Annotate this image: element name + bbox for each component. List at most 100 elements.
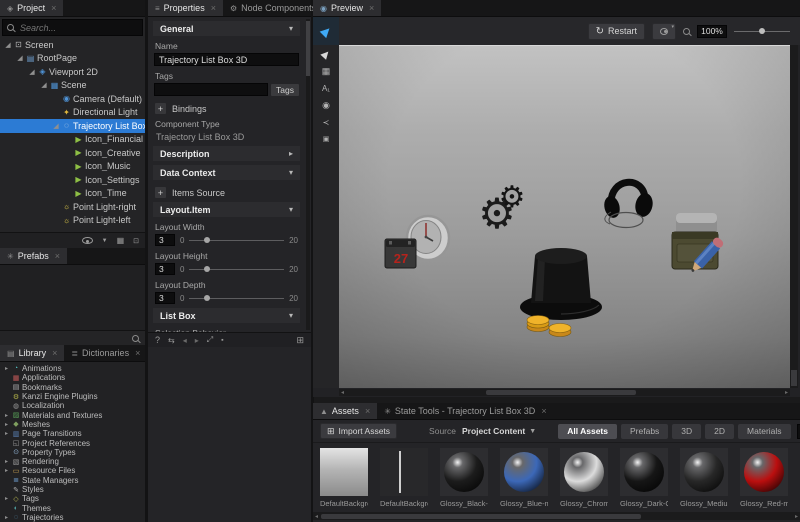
- section-list-box[interactable]: List Box ▾: [153, 308, 300, 323]
- properties-scrollbar[interactable]: [306, 19, 310, 330]
- tree-item[interactable]: ▶ Icon_Settings: [0, 173, 145, 187]
- lock-icon[interactable]: ▪: [221, 337, 223, 344]
- camera-tool-icon[interactable]: ▣: [323, 134, 330, 144]
- tree-item[interactable]: ▦ Scene: [0, 79, 145, 93]
- expander-icon[interactable]: [3, 514, 10, 521]
- value-input[interactable]: 3: [155, 292, 175, 304]
- close-icon[interactable]: ×: [541, 406, 546, 416]
- asset-item[interactable]: Glossy_Red-mate...: [740, 448, 788, 508]
- text-tool-icon[interactable]: A₁: [322, 83, 330, 93]
- source-select[interactable]: Project Content ▼: [462, 426, 536, 436]
- library-item[interactable]: ≣ State Managers: [0, 476, 145, 485]
- close-icon[interactable]: ×: [135, 348, 140, 358]
- asset-item[interactable]: Glossy_Dark-Gre...: [620, 448, 668, 508]
- expander-icon[interactable]: [4, 41, 12, 49]
- tree-item[interactable]: ▶ Icon_Creative: [0, 146, 145, 160]
- library-item[interactable]: ◱ Project References: [0, 438, 145, 448]
- library-item[interactable]: ⚙ Kanzi Engine Plugins: [0, 392, 145, 401]
- close-icon[interactable]: ×: [365, 406, 370, 416]
- slider[interactable]: [189, 295, 285, 301]
- library-item[interactable]: ▧ Rendering: [0, 457, 145, 466]
- expander-icon[interactable]: [16, 54, 24, 62]
- preview-viewport[interactable]: 27 ⚙ ⚙: [339, 45, 790, 388]
- expander-icon[interactable]: [3, 458, 10, 465]
- add-items-source-icon[interactable]: +: [155, 187, 166, 198]
- pin-icon[interactable]: ⇆: [168, 336, 175, 345]
- tab-assets[interactable]: ▲ Assets ×: [313, 403, 378, 419]
- add-binding-icon[interactable]: +: [155, 103, 166, 114]
- tree-item[interactable]: ▤ RootPage: [0, 52, 145, 66]
- expander-icon[interactable]: [3, 412, 10, 419]
- slider-handle[interactable]: [203, 237, 210, 243]
- tree-item[interactable]: ▶ Icon_Time: [0, 187, 145, 201]
- asset-item[interactable]: Glossy_Black-ma...: [440, 448, 488, 508]
- asset-item[interactable]: Glossy_Blue-mat...: [500, 448, 548, 508]
- close-icon[interactable]: ×: [51, 3, 56, 13]
- tags-field[interactable]: [154, 83, 269, 96]
- expander-icon[interactable]: [28, 68, 36, 76]
- slider-handle[interactable]: [203, 295, 210, 301]
- add-property-icon[interactable]: ⊞: [296, 335, 304, 346]
- section-general[interactable]: General ▾: [153, 21, 300, 36]
- scroll-right-icon[interactable]: ▸: [783, 389, 790, 396]
- share-tool-icon[interactable]: ≺: [323, 117, 330, 127]
- slider-handle[interactable]: [203, 266, 210, 272]
- section-description[interactable]: Description ▸: [153, 146, 300, 161]
- library-item[interactable]: ◔ Animations: [0, 364, 145, 373]
- value-input[interactable]: 3: [155, 263, 175, 275]
- library-item[interactable]: ◆ Meshes: [0, 420, 145, 429]
- expander-icon[interactable]: [3, 495, 10, 502]
- scroll-left-icon[interactable]: ◂: [339, 389, 346, 396]
- assets-scrollbar[interactable]: ◂ ▸: [313, 512, 800, 520]
- scroll-right-icon[interactable]: ▸: [793, 513, 800, 520]
- search-icon[interactable]: [132, 334, 139, 342]
- tree-item[interactable]: ▶ Icon_Financial: [0, 133, 145, 147]
- grid-view-icon[interactable]: ▦: [117, 236, 125, 245]
- library-item[interactable]: ▤ Bookmarks: [0, 383, 145, 392]
- scrollbar-thumb[interactable]: [321, 513, 641, 519]
- filter-button[interactable]: Materials: [738, 423, 791, 439]
- slider[interactable]: [189, 266, 285, 272]
- filter-button[interactable]: 3D: [672, 423, 702, 439]
- restart-button[interactable]: ↻ Restart: [587, 22, 645, 40]
- library-item[interactable]: ◇ Tags: [0, 494, 145, 503]
- interact-tool-button[interactable]: ▶: [313, 17, 339, 45]
- close-icon[interactable]: ×: [211, 3, 216, 13]
- scroll-left-icon[interactable]: ◂: [313, 513, 320, 520]
- filter-button[interactable]: Prefabs: [621, 423, 669, 439]
- expander-icon[interactable]: [52, 122, 60, 130]
- swap-icon[interactable]: ⤢: [207, 335, 213, 345]
- zoom-level-input[interactable]: 100%: [697, 24, 727, 38]
- library-item[interactable]: ✎ Styles: [0, 485, 145, 494]
- expander-icon[interactable]: [3, 467, 10, 474]
- library-item[interactable]: ◐ Themes: [0, 503, 145, 513]
- library-item[interactable]: ▭ Resource Files: [0, 466, 145, 475]
- filter-icon[interactable]: ▼: [102, 238, 108, 244]
- filter-button[interactable]: All Assets: [558, 423, 617, 439]
- slider[interactable]: [189, 237, 285, 243]
- visibility-icon[interactable]: [81, 237, 93, 244]
- tab-library[interactable]: ▤ Library ×: [0, 345, 65, 361]
- tree-item[interactable]: ◈ Viewport 2D: [0, 65, 145, 79]
- cursor-tool-icon[interactable]: ▶: [319, 47, 332, 60]
- library-item[interactable]: ◍ Localization: [0, 401, 145, 410]
- zoom-slider[interactable]: [734, 28, 790, 34]
- tree-item[interactable]: ◉ Camera (Default): [0, 92, 145, 106]
- filter-button[interactable]: 2D: [705, 423, 735, 439]
- section-data-context[interactable]: Data Context ▾: [153, 165, 300, 180]
- slider-handle[interactable]: [759, 28, 766, 34]
- panel-options-icon[interactable]: ⊡: [133, 237, 139, 245]
- tree-item[interactable]: ◌ Trajectory List Box 3D: [0, 119, 145, 133]
- value-input[interactable]: 3: [155, 234, 175, 246]
- tab-preview[interactable]: ◉ Preview ×: [313, 0, 382, 16]
- expander-icon[interactable]: [3, 421, 10, 428]
- visibility-menu-button[interactable]: ▾: [652, 22, 676, 40]
- asset-item[interactable]: DefaultBackgrou...: [320, 448, 368, 508]
- expander-icon[interactable]: [3, 430, 10, 437]
- tab-properties[interactable]: ≡ Properties ×: [148, 0, 223, 16]
- import-assets-button[interactable]: ⊞ Import Assets: [320, 423, 398, 439]
- asset-item[interactable]: Glossy_Chrome-...: [560, 448, 608, 508]
- close-icon[interactable]: ×: [55, 251, 60, 261]
- help-icon[interactable]: ?: [155, 335, 160, 345]
- scrollbar-thumb[interactable]: [486, 390, 636, 395]
